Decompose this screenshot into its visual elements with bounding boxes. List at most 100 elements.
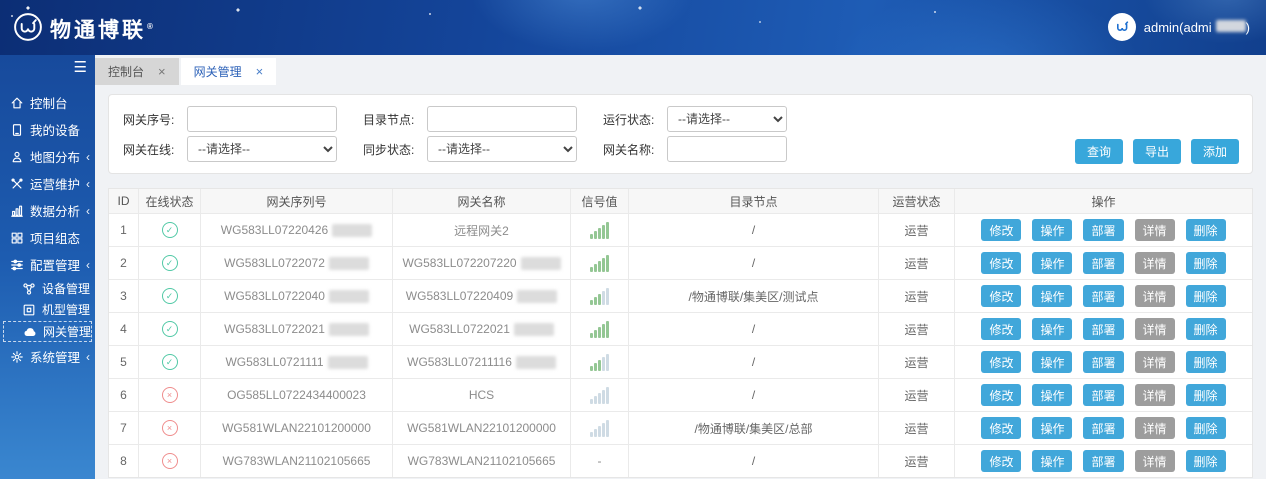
deploy-action-button[interactable]: 部署 [1083, 318, 1123, 340]
brand-name: 物通博联® [50, 12, 156, 46]
cell-catalog-node: / [629, 312, 879, 345]
delete-action-button[interactable]: 删除 [1186, 285, 1226, 307]
delete-action-button[interactable]: 删除 [1186, 219, 1226, 241]
sync-status-select[interactable]: --请选择-- [427, 136, 577, 162]
query-button[interactable]: 查询 [1075, 139, 1123, 164]
sidebar-item-map[interactable]: 地图分布 ‹ [0, 143, 95, 170]
cell-gateway-name: WG583LL07220409 [393, 279, 571, 312]
hamburger-menu-icon[interactable]: ☰ [74, 60, 87, 75]
add-button[interactable]: 添加 [1191, 139, 1239, 164]
sidebar-item-gateway-mgmt[interactable]: 网关管理 [3, 321, 92, 342]
cell-operation-status: 运营 [879, 312, 955, 345]
sidebar-item-project[interactable]: 项目组态 [0, 224, 95, 251]
operate-action-button[interactable]: 操作 [1032, 252, 1072, 274]
cell-signal [571, 213, 629, 246]
sidebar-item-system[interactable]: 系统管理 ‹ [0, 343, 95, 370]
gateway-name-input[interactable] [667, 136, 787, 162]
operate-action-button[interactable]: 操作 [1032, 219, 1072, 241]
deploy-action-button[interactable]: 部署 [1083, 384, 1123, 406]
detail-action-button[interactable]: 详情 [1135, 384, 1175, 406]
deploy-action-button[interactable]: 部署 [1083, 252, 1123, 274]
filter-field-catalog-node: 目录节点: [363, 106, 577, 132]
detail-action-button[interactable]: 详情 [1135, 285, 1175, 307]
sidebar-item-maintenance[interactable]: 运营维护 ‹ [0, 170, 95, 197]
modify-action-button[interactable]: 修改 [981, 417, 1021, 439]
detail-action-button[interactable]: 详情 [1135, 351, 1175, 373]
online-status-icon: × [162, 453, 178, 469]
cell-online-status: ✓ [139, 345, 201, 378]
sidebar-item-device-mgmt[interactable]: 设备管理 [0, 278, 95, 299]
cell-gateway-serial: WG581WLAN22101200000 [201, 411, 393, 444]
sidebar-item-my-devices[interactable]: 我的设备 [0, 116, 95, 143]
tab-gateway-mgmt[interactable]: 网关管理 × [181, 58, 277, 85]
deploy-action-button[interactable]: 部署 [1083, 450, 1123, 472]
cell-gateway-serial: WG583LL0722072 [201, 246, 393, 279]
deploy-action-button[interactable]: 部署 [1083, 351, 1123, 373]
online-status-icon: × [162, 420, 178, 436]
cell-id: 4 [109, 312, 139, 345]
detail-action-button[interactable]: 详情 [1135, 252, 1175, 274]
detail-action-button[interactable]: 详情 [1135, 417, 1175, 439]
deploy-action-button[interactable]: 部署 [1083, 285, 1123, 307]
filter-row-1: 网关序号: 目录节点: 运行状态: --请选择-- [123, 104, 1238, 134]
modify-action-button[interactable]: 修改 [981, 219, 1021, 241]
delete-action-button[interactable]: 删除 [1186, 252, 1226, 274]
sidebar-item-console[interactable]: 控制台 [0, 89, 95, 116]
operate-action-button[interactable]: 操作 [1032, 318, 1072, 340]
cloud-icon [23, 325, 37, 339]
sidebar-item-analysis[interactable]: 数据分析 ‹ [0, 197, 95, 224]
cell-online-status: ✓ [139, 246, 201, 279]
modify-action-button[interactable]: 修改 [981, 252, 1021, 274]
run-status-select[interactable]: --请选择-- [667, 106, 787, 132]
delete-action-button[interactable]: 删除 [1186, 318, 1226, 340]
tab-console[interactable]: 控制台 × [95, 58, 179, 85]
delete-action-button[interactable]: 删除 [1186, 450, 1226, 472]
gateway-serial-input[interactable] [187, 106, 337, 132]
cell-signal [571, 312, 629, 345]
gateway-online-select[interactable]: --请选择-- [187, 136, 337, 162]
catalog-node-input[interactable] [427, 106, 577, 132]
user-menu[interactable]: admin(admi) [1108, 13, 1250, 41]
operate-action-button[interactable]: 操作 [1032, 417, 1072, 439]
tab-bar: 控制台 × 网关管理 × [95, 55, 1266, 87]
cell-online-status: × [139, 411, 201, 444]
cell-operation-status: 运营 [879, 279, 955, 312]
modify-action-button[interactable]: 修改 [981, 318, 1021, 340]
delete-action-button[interactable]: 删除 [1186, 417, 1226, 439]
cell-online-status: × [139, 378, 201, 411]
detail-action-button[interactable]: 详情 [1135, 450, 1175, 472]
operate-action-button[interactable]: 操作 [1032, 384, 1072, 406]
filter-field-sync-status: 同步状态: --请选择-- [363, 136, 577, 162]
filter-panel: 网关序号: 目录节点: 运行状态: --请选择-- 网关在线: --请选择-- … [108, 94, 1253, 174]
sidebar-item-model-mgmt[interactable]: 机型管理 [0, 299, 95, 320]
operate-action-button[interactable]: 操作 [1032, 285, 1072, 307]
export-button[interactable]: 导出 [1133, 139, 1181, 164]
sidebar-menu: 控制台 我的设备 地图分布 ‹ 运营维护 ‹ 数据分析 ‹ 项目组态 配置管理 … [0, 89, 95, 370]
cell-operation-status: 运营 [879, 378, 955, 411]
tab-close-icon[interactable]: × [158, 65, 166, 78]
cell-online-status: ✓ [139, 279, 201, 312]
filter-field-run-status: 运行状态: --请选择-- [603, 106, 787, 132]
modify-action-button[interactable]: 修改 [981, 351, 1021, 373]
tab-close-icon[interactable]: × [256, 65, 264, 78]
detail-action-button[interactable]: 详情 [1135, 219, 1175, 241]
delete-action-button[interactable]: 删除 [1186, 351, 1226, 373]
column-header: 在线状态 [139, 189, 201, 213]
operate-action-button[interactable]: 操作 [1032, 450, 1072, 472]
detail-action-button[interactable]: 详情 [1135, 318, 1175, 340]
table-row: 2 ✓ WG583LL0722072 WG583LL072207220 / 运营… [109, 246, 1252, 279]
deploy-action-button[interactable]: 部署 [1083, 219, 1123, 241]
operate-action-button[interactable]: 操作 [1032, 351, 1072, 373]
modify-action-button[interactable]: 修改 [981, 285, 1021, 307]
deploy-action-button[interactable]: 部署 [1083, 417, 1123, 439]
modify-action-button[interactable]: 修改 [981, 450, 1021, 472]
serial-redaction-blur [329, 257, 369, 270]
modify-action-button[interactable]: 修改 [981, 384, 1021, 406]
tab-label: 网关管理 [194, 63, 242, 80]
sidebar-item-config[interactable]: 配置管理 ‹ [0, 251, 95, 278]
table-row: 8 × WG783WLAN21102105665 WG783WLAN211021… [109, 444, 1252, 477]
cell-catalog-node: / [629, 345, 879, 378]
serial-redaction-blur [332, 224, 372, 237]
delete-action-button[interactable]: 删除 [1186, 384, 1226, 406]
chevron-left-icon: ‹ [86, 150, 90, 164]
